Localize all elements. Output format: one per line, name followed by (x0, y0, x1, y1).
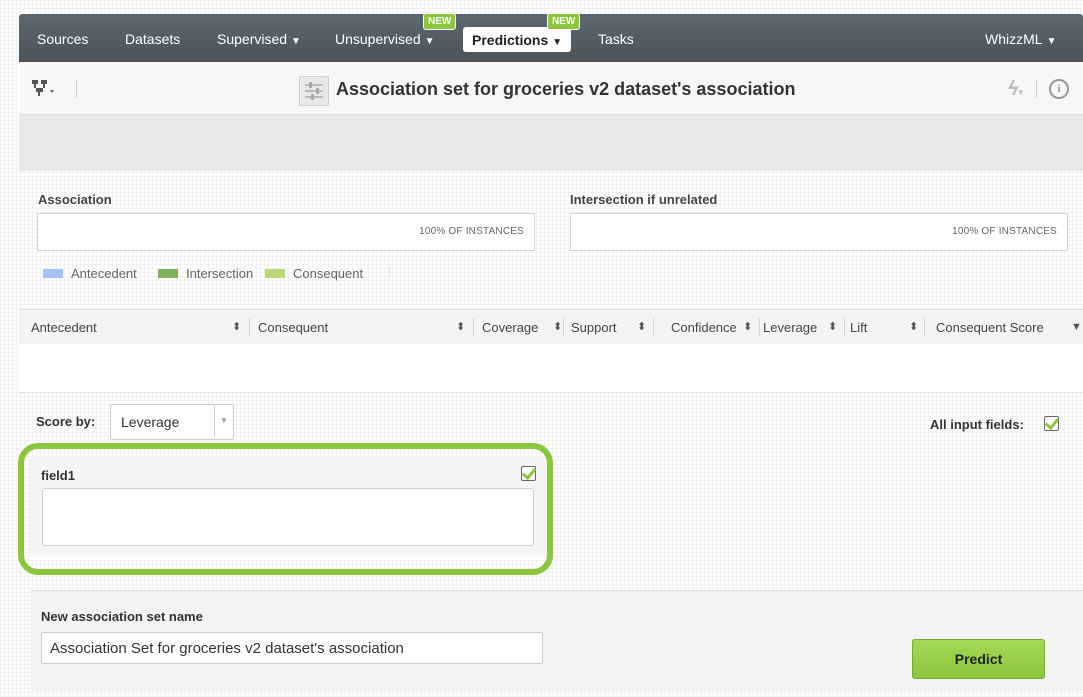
field-checkbox[interactable] (521, 466, 536, 481)
divider (473, 318, 474, 336)
legend-intersection: Intersection (158, 266, 253, 281)
new-set-label: New association set name (41, 609, 203, 624)
divider (76, 80, 77, 98)
chevron-down-icon: ▼ (291, 36, 301, 47)
chevron-down-icon: ▼ (552, 37, 563, 48)
legend-swatch (43, 269, 63, 279)
sort-desc-icon[interactable]: ▼ (1071, 310, 1082, 345)
all-input-fields-checkbox[interactable] (1044, 416, 1059, 431)
nav-predictions[interactable]: Predictions ▼ (463, 27, 572, 52)
nav-datasets[interactable]: Datasets (125, 14, 180, 62)
th-support[interactable]: Support (571, 310, 617, 344)
sort-icon[interactable]: ⬍ (456, 310, 465, 345)
sort-icon[interactable]: ⬍ (637, 310, 646, 345)
th-consequent[interactable]: Consequent (258, 310, 328, 344)
association-instances: 100% OF INSTANCES (419, 226, 524, 237)
divider (563, 318, 564, 336)
nav-unsupervised[interactable]: Unsupervised ▼ (335, 14, 435, 62)
score-by-value: Leverage (121, 414, 180, 430)
intersection-label: Intersection if unrelated (570, 192, 718, 207)
actions-menu-icon[interactable]: ϟ▾ (1008, 78, 1023, 101)
association-bar: 100% OF INSTANCES (37, 213, 535, 251)
sort-icon[interactable]: ⬍ (909, 310, 918, 345)
nav-supervised[interactable]: Supervised ▼ (217, 14, 301, 62)
sort-icon[interactable]: ⬍ (743, 310, 752, 345)
predict-button[interactable]: Predict (912, 639, 1045, 679)
th-leverage[interactable]: Leverage (763, 310, 817, 344)
sort-icon[interactable]: ⬍ (553, 310, 562, 345)
new-badge: NEW (423, 13, 457, 30)
th-coverage[interactable]: Coverage (482, 310, 538, 344)
top-navbar: Sources Datasets Supervised ▼ Unsupervise… (19, 13, 1083, 62)
score-by-label: Score by: (36, 414, 96, 429)
legend-consequent: Consequent (265, 266, 363, 281)
sort-icon[interactable]: ⬍ (828, 310, 837, 345)
divider (844, 318, 845, 336)
intersection-instances: 100% OF INSTANCES (952, 226, 1057, 237)
new-badge: NEW (547, 13, 581, 30)
field1-input[interactable] (42, 488, 534, 546)
chevron-down-icon: ▼ (214, 405, 233, 437)
divider (389, 266, 390, 278)
info-icon[interactable]: i (1049, 79, 1069, 99)
sort-icon[interactable]: ⬍ (232, 310, 241, 345)
legend-swatch (158, 269, 178, 279)
association-label: Association (38, 192, 112, 207)
divider (924, 318, 925, 336)
th-lift[interactable]: Lift (850, 310, 867, 344)
intersection-bar: 100% OF INSTANCES (570, 213, 1068, 251)
divider (653, 318, 654, 336)
divider (759, 318, 760, 336)
title-bar: Association set for groceries v2 dataset… (19, 62, 1083, 115)
association-set-icon (299, 76, 329, 106)
nav-sources[interactable]: Sources (37, 14, 88, 62)
th-antecedent[interactable]: Antecedent (31, 310, 97, 344)
th-confidence[interactable]: Confidence (671, 310, 737, 344)
legend-swatch (265, 269, 285, 279)
rules-table-body (19, 344, 1083, 393)
field-name: field1 (41, 468, 75, 483)
legend-antecedent: Antecedent (43, 266, 137, 281)
divider (1036, 80, 1037, 98)
nav-tasks[interactable]: Tasks (598, 14, 634, 62)
rules-table-header: Antecedent ⬍ Consequent ⬍ Coverage ⬍ Sup… (19, 309, 1083, 345)
gray-banner (19, 115, 1083, 171)
th-consequent-score[interactable]: Consequent Score (936, 310, 1044, 344)
score-by-select[interactable]: Leverage ▼ (110, 404, 234, 440)
association-set-name-input[interactable]: Association Set for groceries v2 dataset… (41, 632, 543, 664)
chevron-down-icon: ▼ (1046, 36, 1057, 47)
nav-whizzml[interactable]: WhizzML ▼ (985, 14, 1056, 62)
page-title: Association set for groceries v2 dataset… (336, 79, 796, 99)
divider (249, 318, 250, 336)
tree-view-icon[interactable] (31, 78, 57, 98)
chevron-down-icon: ▼ (424, 36, 435, 47)
all-input-fields-label: All input fields: (930, 417, 1024, 432)
